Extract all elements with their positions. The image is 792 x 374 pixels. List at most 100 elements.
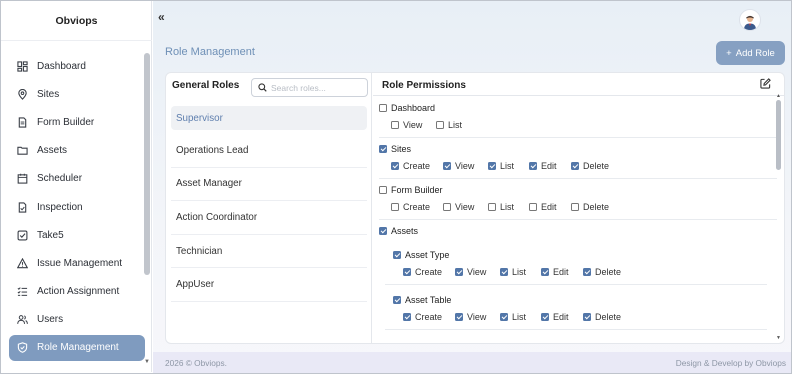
permission-edit[interactable]: Edit	[541, 312, 583, 322]
checkbox[interactable]	[443, 203, 451, 211]
checkbox[interactable]	[391, 162, 399, 170]
sidebar-item-role-management[interactable]: Role Management	[9, 334, 145, 361]
search-roles-input[interactable]	[271, 82, 361, 93]
sidebar-item-take5[interactable]: Take5	[9, 221, 145, 249]
checkbox[interactable]	[455, 313, 463, 321]
checkbox[interactable]	[379, 186, 387, 194]
permission-delete[interactable]: Delete	[571, 161, 616, 171]
permission-create[interactable]: Create	[391, 202, 443, 212]
scroll-down-icon[interactable]: ▼	[776, 335, 781, 341]
checkbox[interactable]	[391, 121, 399, 129]
sidebar-item-sites[interactable]: Sites	[9, 80, 145, 108]
checkbox[interactable]	[500, 268, 508, 276]
module-row[interactable]: Assets	[379, 224, 777, 238]
sidebar-item-label: Take5	[37, 229, 64, 241]
module-row[interactable]: Form Builder	[379, 183, 777, 197]
role-item[interactable]: Action Coordinator	[171, 201, 367, 235]
warning-icon	[17, 257, 28, 269]
role-item[interactable]: Operations Lead	[171, 134, 367, 168]
role-item[interactable]: Technician	[171, 235, 367, 269]
checkbox[interactable]	[436, 121, 444, 129]
sidebar-item-action-assignment[interactable]: Action Assignment	[9, 278, 145, 306]
permission-edit[interactable]: Edit	[529, 161, 571, 171]
role-search[interactable]	[251, 78, 368, 97]
permission-view[interactable]: View	[455, 267, 500, 277]
sidebar-item-users[interactable]: Users	[9, 306, 145, 334]
permission-view[interactable]: View	[455, 312, 500, 322]
sidebar-item-label: Dashboard	[37, 60, 86, 72]
checkbox[interactable]	[488, 162, 496, 170]
permission-list[interactable]: List	[488, 161, 529, 171]
sidebar-nav: Dashboard Sites Form Builder Assets Schedule…	[9, 52, 145, 361]
sidebar-item-issue-management[interactable]: Issue Management	[9, 249, 145, 277]
permission-label: Delete	[583, 202, 610, 212]
permission-create[interactable]: Create	[391, 161, 443, 171]
sidebar-item-label: Users	[37, 314, 64, 326]
sidebar-item-assets[interactable]: Assets	[9, 137, 145, 165]
permission-edit[interactable]: Edit	[541, 267, 583, 277]
checkbox[interactable]	[379, 145, 387, 153]
permission-row: Create View List Edit Delete	[385, 264, 767, 280]
checkbox[interactable]	[541, 268, 549, 276]
permission-view[interactable]: View	[443, 161, 488, 171]
permissions-scrollbar[interactable]	[776, 100, 781, 170]
checkbox[interactable]	[393, 296, 401, 304]
role-item[interactable]: Supervisor	[171, 106, 367, 130]
plus-icon: +	[726, 47, 732, 59]
edit-icon[interactable]	[760, 78, 771, 92]
scroll-down-icon[interactable]: ▼	[144, 359, 150, 365]
sidebar-item-scheduler[interactable]: Scheduler	[9, 165, 145, 193]
checkbox[interactable]	[529, 203, 537, 211]
sidebar-item-label: Inspection	[37, 201, 83, 213]
permission-view[interactable]: View	[443, 202, 488, 212]
module-row[interactable]: Dashboard	[379, 101, 777, 115]
checkbox[interactable]	[391, 203, 399, 211]
checkbox[interactable]	[500, 313, 508, 321]
permission-create[interactable]: Create	[403, 312, 455, 322]
role-item[interactable]: AppUser	[171, 268, 367, 302]
permission-list[interactable]: List	[488, 202, 529, 212]
add-role-button[interactable]: + Add Role	[716, 41, 785, 65]
module-row[interactable]: Asset Type	[385, 248, 767, 262]
permission-delete[interactable]: Delete	[571, 202, 616, 212]
module-row[interactable]: Sites	[379, 142, 777, 156]
collapse-sidebar-icon[interactable]: «	[158, 10, 165, 24]
checkbox[interactable]	[379, 227, 387, 235]
list-check-icon	[17, 286, 28, 297]
sidebar-item-inspection[interactable]: Inspection	[9, 193, 145, 221]
permission-view[interactable]: View	[391, 120, 436, 130]
checkbox[interactable]	[393, 251, 401, 259]
permission-list[interactable]: List	[500, 267, 541, 277]
checkbox[interactable]	[488, 203, 496, 211]
permission-label: Delete	[595, 312, 622, 322]
checkbox[interactable]	[583, 268, 591, 276]
permission-label: View	[467, 267, 487, 277]
checkbox[interactable]	[379, 104, 387, 112]
checkbox[interactable]	[583, 313, 591, 321]
permission-create[interactable]: Create	[403, 267, 455, 277]
roles-card: General Roles SupervisorOperations LeadA…	[165, 72, 785, 344]
checkbox[interactable]	[529, 162, 537, 170]
scroll-up-icon[interactable]: ▲	[776, 93, 781, 99]
module-row[interactable]: Asset Table	[385, 293, 767, 307]
permission-list[interactable]: List	[500, 312, 541, 322]
checkbox[interactable]	[455, 268, 463, 276]
checkbox[interactable]	[541, 313, 549, 321]
checkbox[interactable]	[571, 162, 579, 170]
permission-delete[interactable]: Delete	[583, 312, 628, 322]
sidebar-item-label: Role Management	[37, 342, 119, 354]
permission-delete[interactable]: Delete	[583, 267, 628, 277]
checkbox[interactable]	[403, 313, 411, 321]
sidebar-item-form-builder[interactable]: Form Builder	[9, 108, 145, 136]
role-item[interactable]: Asset Manager	[171, 168, 367, 202]
checkbox[interactable]	[443, 162, 451, 170]
general-roles-panel: General Roles SupervisorOperations LeadA…	[166, 73, 372, 343]
sidebar-scrollbar[interactable]	[144, 53, 150, 275]
permission-list[interactable]: List	[436, 120, 476, 130]
checkbox[interactable]	[403, 268, 411, 276]
user-avatar[interactable]	[739, 9, 761, 31]
sidebar-item-dashboard[interactable]: Dashboard	[9, 52, 145, 80]
permission-submodule: Asset Type Create View List Edit Delete	[385, 248, 767, 285]
checkbox[interactable]	[571, 203, 579, 211]
permission-edit[interactable]: Edit	[529, 202, 571, 212]
